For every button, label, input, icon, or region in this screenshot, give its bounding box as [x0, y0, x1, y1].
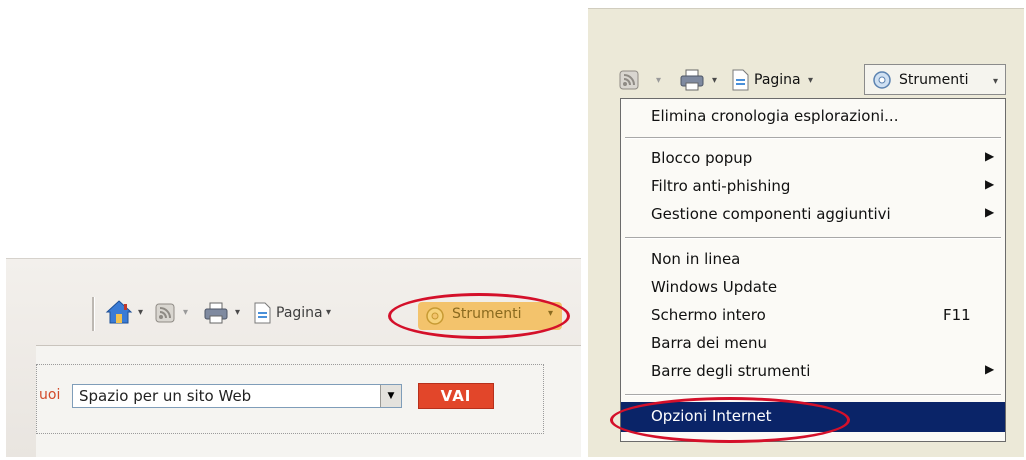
page-dropdown-arrow[interactable]: ▾ [326, 307, 331, 318]
menu-separator [625, 137, 1001, 139]
menu-item-label: Windows Update [651, 278, 778, 296]
menu-item-label: Filtro anti-phishing [651, 177, 791, 195]
left-browser-panel: ▾ ▾ ▾ Pagina ▾ Strumenti ▾ uoi Spazio pe… [6, 258, 581, 457]
tools-dropdown-arrow[interactable]: ▾ [993, 76, 998, 87]
rss-dropdown-arrow[interactable]: ▾ [183, 307, 188, 318]
left-command-bar: ▾ ▾ ▾ Pagina ▾ Strumenti ▾ [6, 259, 581, 345]
menu-item-popup-blocker[interactable]: Blocco popup ▶ [621, 144, 1005, 172]
submenu-arrow-icon: ▶ [985, 205, 995, 219]
print-dropdown-arrow[interactable]: ▾ [712, 75, 717, 86]
submenu-arrow-icon: ▶ [985, 177, 995, 191]
submenu-arrow-icon: ▶ [985, 149, 995, 163]
home-dropdown-arrow[interactable]: ▾ [138, 307, 143, 318]
menu-item-full-screen[interactable]: Schermo intero F11 [621, 301, 1005, 329]
annotation-circle-internet-options [610, 397, 850, 443]
menu-item-label: Barre degli strumenti [651, 362, 811, 380]
page-dropdown-arrow[interactable]: ▾ [808, 75, 813, 86]
tools-dropdown-menu: Elimina cronologia esplorazioni... Blocc… [620, 98, 1006, 442]
home-icon[interactable] [104, 297, 134, 327]
chevron-down-icon: ▼ [387, 391, 395, 401]
tools-menu-label[interactable]: Strumenti [899, 72, 969, 88]
menu-item-work-offline[interactable]: Non in linea [621, 245, 1005, 273]
menu-item-windows-update[interactable]: Windows Update [621, 273, 1005, 301]
toolbar-separator [92, 297, 95, 331]
menu-item-label: Barra dei menu [651, 334, 768, 352]
menu-separator [625, 394, 1001, 396]
menu-item-label: Schermo intero [651, 306, 766, 324]
page-menu-label[interactable]: Pagina [754, 72, 801, 88]
menu-separator [625, 237, 1001, 239]
right-command-bar: ▾ ▾ Pagina ▾ Strumenti ▾ [588, 9, 1024, 99]
search-label-fragment: uoi [39, 387, 61, 403]
submenu-arrow-icon: ▶ [985, 362, 995, 376]
right-browser-panel: ▾ ▾ Pagina ▾ Strumenti ▾ Elimina cronolo… [588, 8, 1024, 457]
site-select-value: Spazio per un sito Web [79, 387, 252, 405]
page-icon[interactable] [730, 68, 750, 92]
menu-item-menu-bar[interactable]: Barra dei menu [621, 329, 1005, 357]
print-icon[interactable] [678, 67, 706, 93]
go-button[interactable]: VAI [418, 383, 494, 409]
menu-item-shortcut: F11 [943, 306, 971, 324]
print-dropdown-arrow[interactable]: ▾ [235, 307, 240, 318]
menu-item-label: Blocco popup [651, 149, 753, 167]
rss-feed-icon[interactable] [154, 302, 176, 324]
page-menu-label[interactable]: Pagina [276, 305, 323, 321]
menu-item-label: Gestione componenti aggiuntivi [651, 205, 891, 223]
site-select[interactable]: Spazio per un sito Web ▼ [72, 384, 402, 408]
select-dropdown-button[interactable]: ▼ [380, 385, 401, 407]
menu-item-toolbars[interactable]: Barre degli strumenti ▶ [621, 357, 1005, 385]
menu-item-label: Non in linea [651, 250, 741, 268]
menu-item-manage-addons[interactable]: Gestione componenti aggiuntivi ▶ [621, 200, 1005, 228]
tools-gear-icon [871, 69, 893, 91]
annotation-circle-tools [388, 293, 570, 339]
menu-item-phishing-filter[interactable]: Filtro anti-phishing ▶ [621, 172, 1005, 200]
rss-feed-icon[interactable] [618, 69, 640, 91]
page-icon[interactable] [252, 301, 272, 325]
menu-item-label: Elimina cronologia esplorazioni... [651, 107, 899, 125]
menu-item-delete-history[interactable]: Elimina cronologia esplorazioni... [621, 102, 1005, 130]
tools-button-pressed[interactable]: Strumenti ▾ [864, 64, 1006, 95]
print-icon[interactable] [202, 300, 230, 326]
rss-dropdown-arrow[interactable]: ▾ [656, 75, 661, 86]
